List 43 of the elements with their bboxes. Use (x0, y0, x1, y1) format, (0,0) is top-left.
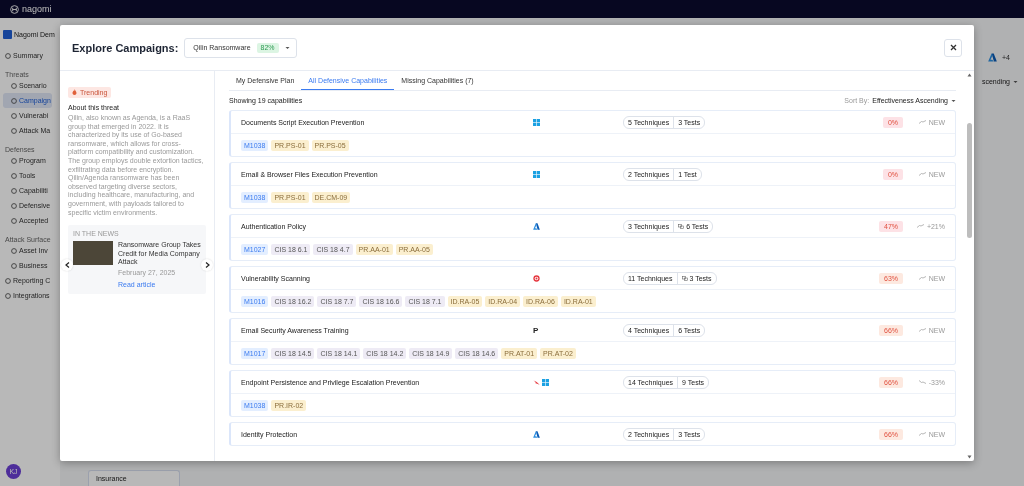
photo-placeholder (73, 241, 113, 266)
circle-icon (11, 157, 17, 164)
circle-icon (11, 217, 17, 224)
chevron-right-icon (204, 262, 210, 269)
circle-icon (5, 277, 11, 284)
circle-icon (11, 172, 17, 179)
windows-icon (533, 170, 540, 178)
windows-icon (542, 378, 549, 386)
target-icon (533, 274, 540, 282)
stack-icon (681, 275, 688, 281)
circle-icon (11, 127, 17, 134)
chevron-left-icon (64, 262, 70, 269)
next-button[interactable] (201, 259, 213, 272)
scrollbar[interactable] (964, 71, 974, 461)
azure-icon (533, 222, 540, 230)
brand-name: nagomi (22, 4, 52, 14)
previous-button[interactable] (61, 259, 73, 272)
circle-icon (5, 292, 11, 299)
close-icon (949, 44, 957, 51)
circle-icon (5, 52, 11, 59)
flame-icon (72, 89, 77, 95)
caret-icon (951, 98, 956, 103)
bird-icon (533, 378, 540, 386)
circle-icon (11, 247, 17, 254)
scroll-up-icon[interactable] (966, 73, 972, 77)
caret-icon (1013, 79, 1018, 84)
close-button[interactable] (944, 38, 962, 57)
circle-icon (11, 112, 17, 119)
workspace-logo (3, 29, 12, 39)
logo-icon (10, 4, 19, 14)
stack-icon (678, 223, 685, 229)
dialog-title: Explore Campaigns: (72, 41, 179, 54)
azure-icon (988, 52, 997, 62)
caret-icon (284, 45, 290, 50)
circle-icon (11, 202, 17, 209)
circle-icon (11, 97, 17, 104)
circle-icon (11, 262, 17, 269)
azure-icon (533, 430, 540, 438)
circle-icon (11, 187, 17, 194)
circle-icon (11, 82, 17, 89)
vendor-logo: P (533, 325, 539, 335)
scroll-down-icon[interactable] (966, 455, 972, 459)
windows-icon (533, 118, 540, 126)
